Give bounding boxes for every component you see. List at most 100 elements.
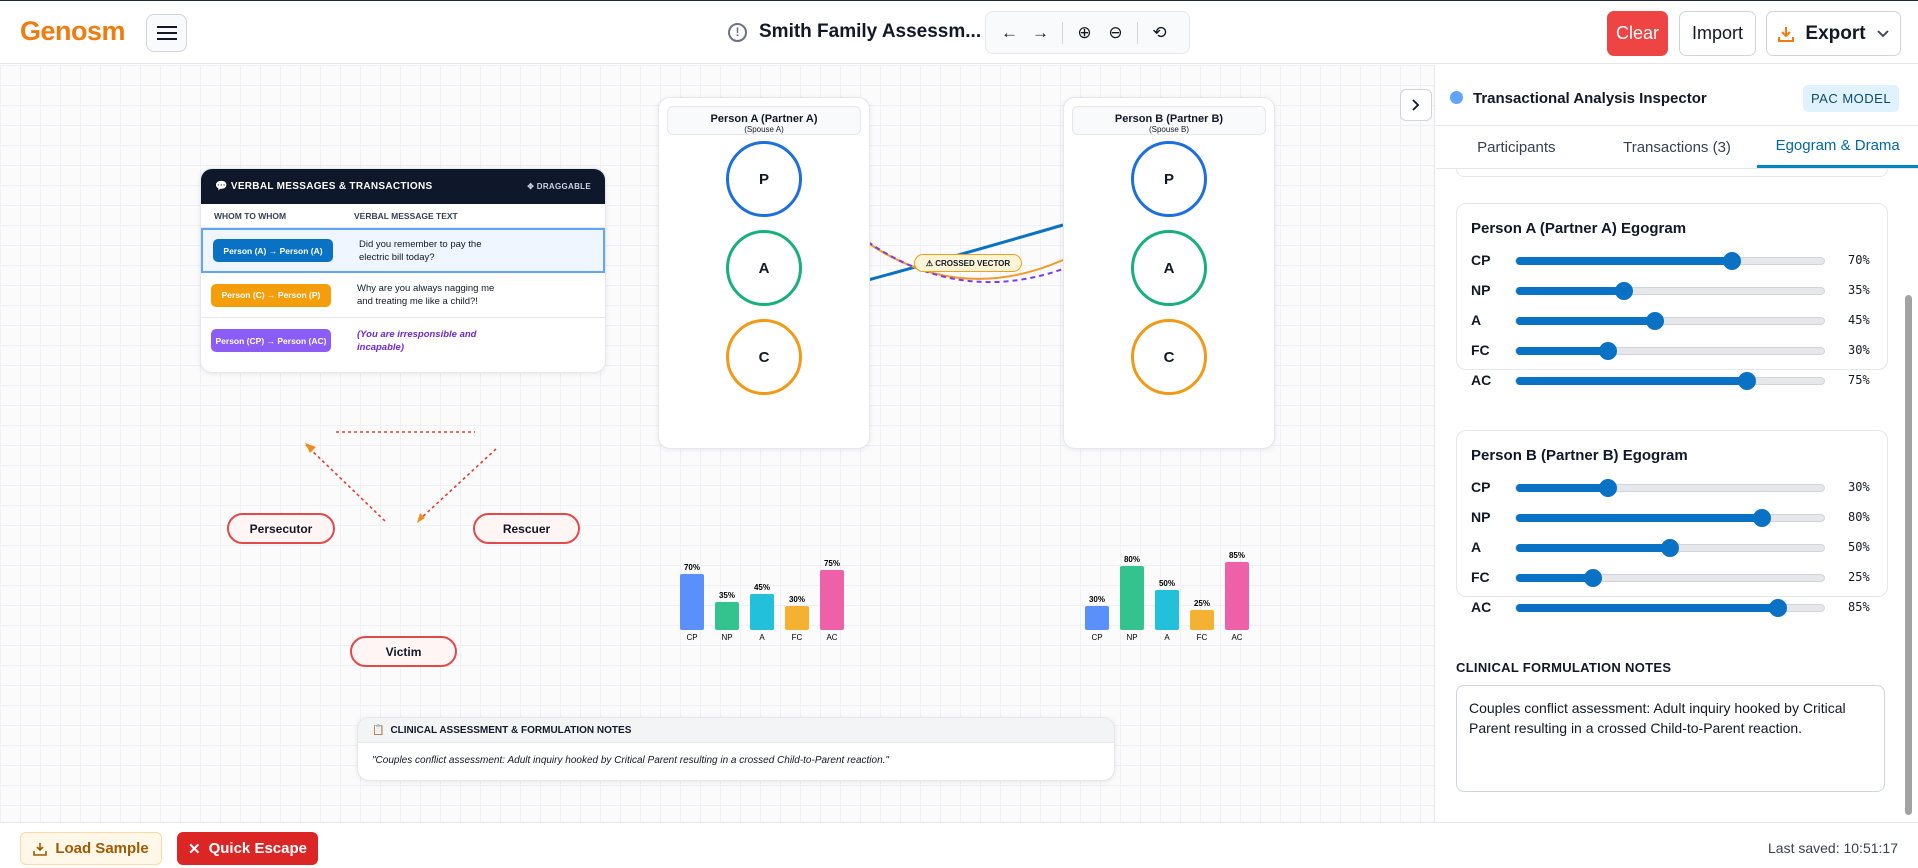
egogram-category-label: NP	[1126, 633, 1137, 642]
egogram-sliders-person-b: CP 30% NP 80% A 50% FC 25% AC 85%	[1457, 472, 1887, 622]
zoom-out-button[interactable]: ⊖	[1100, 17, 1131, 48]
crossed-vector-badge: ⚠ CROSSED VECTOR	[914, 254, 1022, 272]
info-icon[interactable]: !	[728, 22, 747, 42]
slider-track[interactable]	[1515, 312, 1825, 330]
egogram-chart-person-a: 70% CP 35% NP 45% A 30% FC 75% AC	[680, 559, 844, 642]
tab-transactions[interactable]: Transactions (3)	[1597, 126, 1758, 168]
slider-track[interactable]	[1515, 252, 1825, 270]
pac-model-badge: PAC MODEL	[1803, 85, 1899, 112]
slider-thumb[interactable]	[1768, 599, 1787, 617]
person-b-parent-state[interactable]: P	[1131, 141, 1207, 217]
slider-label: NP	[1471, 282, 1491, 298]
slider-track[interactable]	[1515, 509, 1825, 527]
slider-fill	[1516, 317, 1655, 325]
egogram-slider-a[interactable]: A 45%	[1457, 305, 1887, 335]
slider-track[interactable]	[1515, 342, 1825, 360]
message-row[interactable]: Person (A) → Person (A) Did you remember…	[201, 228, 605, 273]
quick-escape-button[interactable]: ✕ Quick Escape	[177, 832, 318, 865]
zoom-in-button[interactable]: ⊕	[1069, 17, 1100, 48]
egogram-bar-fc	[785, 606, 809, 630]
egogram-slider-fc[interactable]: FC 25%	[1457, 562, 1887, 592]
egogram-slider-a[interactable]: A 50%	[1457, 532, 1887, 562]
import-button[interactable]: Import	[1679, 11, 1756, 56]
load-sample-button[interactable]: Load Sample	[20, 832, 162, 865]
slider-track[interactable]	[1515, 539, 1825, 557]
person-b-node[interactable]: Person B (Partner B) (Spouse B) P A C	[1063, 97, 1275, 449]
egogram-value-label: 75%	[824, 559, 840, 568]
slider-track[interactable]	[1515, 282, 1825, 300]
toolbar-divider	[1062, 21, 1063, 44]
slider-track[interactable]	[1515, 599, 1825, 617]
slider-thumb[interactable]	[1584, 569, 1602, 587]
redo-button[interactable]: →	[1025, 17, 1056, 48]
slider-label: NP	[1471, 509, 1491, 525]
egogram-value-label: 30%	[1089, 595, 1105, 604]
drama-victim-node[interactable]: Victim	[350, 636, 457, 667]
reset-view-button[interactable]: ⟲	[1144, 17, 1175, 48]
export-button[interactable]: Export	[1766, 11, 1901, 56]
slider-thumb[interactable]	[1722, 252, 1741, 270]
message-text: Why are you always nagging me and treati…	[357, 283, 495, 307]
messages-column-headers: WHOM TO WHOM VERBAL MESSAGE TEXT	[201, 204, 605, 228]
slider-value: 30%	[1848, 343, 1870, 357]
slider-label: FC	[1471, 342, 1490, 358]
message-row[interactable]: Person (CP) → Person (AC) (You are irres…	[201, 318, 605, 363]
person-b-adult-state[interactable]: A	[1131, 230, 1207, 306]
drama-line-rescuer-victim	[417, 448, 497, 522]
egogram-bar-ac	[820, 570, 844, 630]
diagram-canvas[interactable]: 💬 VERBAL MESSAGES & TRANSACTIONS ✥ DRAGG…	[0, 65, 1435, 822]
menu-button[interactable]	[146, 14, 187, 52]
slider-thumb[interactable]	[1599, 479, 1618, 497]
footer-bar: Load Sample ✕ Quick Escape Last saved: 1…	[0, 822, 1918, 868]
person-a-adult-state[interactable]: A	[726, 230, 802, 306]
egogram-slider-cp[interactable]: CP 70%	[1457, 245, 1887, 275]
panel-scrollbar[interactable]	[1905, 295, 1912, 815]
person-a-node[interactable]: Person A (Partner A) (Spouse A) P A C	[658, 97, 870, 449]
collapse-panel-button[interactable]	[1400, 89, 1432, 121]
person-a-child-state[interactable]: C	[726, 319, 802, 395]
document-title[interactable]: Smith Family Assessm...	[759, 21, 981, 43]
tab-participants[interactable]: Participants	[1436, 126, 1597, 168]
drama-persecutor-node[interactable]: Persecutor	[227, 513, 335, 544]
drama-rescuer-node[interactable]: Rescuer	[473, 513, 580, 544]
slider-thumb[interactable]	[1614, 282, 1633, 300]
message-row[interactable]: Person (C) → Person (P) Why are you alwa…	[201, 273, 605, 318]
slider-track[interactable]	[1515, 479, 1825, 497]
egogram-value-label: 30%	[789, 595, 805, 604]
inspector-title: Transactional Analysis Inspector	[1473, 90, 1707, 107]
slider-value: 75%	[1848, 373, 1870, 387]
egogram-slider-cp[interactable]: CP 30%	[1457, 472, 1887, 502]
slider-track[interactable]	[1515, 569, 1825, 587]
slider-thumb[interactable]	[1738, 372, 1756, 390]
slider-thumb[interactable]	[1645, 312, 1664, 330]
verbal-messages-card[interactable]: 💬 VERBAL MESSAGES & TRANSACTIONS ✥ DRAGG…	[200, 168, 606, 373]
egogram-slider-np[interactable]: NP 80%	[1457, 502, 1887, 532]
clear-button[interactable]: Clear	[1607, 11, 1668, 56]
slider-track[interactable]	[1515, 372, 1825, 390]
egogram-bar-np	[715, 602, 739, 630]
person-b-label: Person B (Partner B) (Spouse B)	[1072, 106, 1266, 135]
slider-label: A	[1471, 539, 1482, 555]
verbal-messages-title: 💬 VERBAL MESSAGES & TRANSACTIONS	[215, 181, 433, 192]
egogram-category-label: FC	[792, 633, 803, 642]
tab-egogram-drama[interactable]: Egogram & Drama	[1757, 126, 1918, 168]
slider-value: 50%	[1848, 540, 1870, 554]
egogram-slider-fc[interactable]: FC 30%	[1457, 335, 1887, 365]
undo-button[interactable]: ←	[994, 17, 1025, 48]
person-a-parent-state[interactable]: P	[726, 141, 802, 217]
slider-thumb[interactable]	[1599, 342, 1618, 360]
app-logo[interactable]: Genosm	[20, 16, 126, 47]
egogram-category-label: NP	[721, 633, 732, 642]
clinical-notes-card[interactable]: 📋 CLINICAL ASSESSMENT & FORMULATION NOTE…	[357, 717, 1115, 781]
egogram-slider-np[interactable]: NP 35%	[1457, 275, 1887, 305]
chevron-down-icon	[1876, 29, 1889, 37]
person-b-child-state[interactable]: C	[1131, 319, 1207, 395]
verbal-messages-header[interactable]: 💬 VERBAL MESSAGES & TRANSACTIONS ✥ DRAGG…	[201, 169, 605, 204]
slider-label: FC	[1471, 569, 1490, 585]
formulation-notes-textarea[interactable]: Couples conflict assessment: Adult inqui…	[1456, 685, 1885, 792]
slider-thumb[interactable]	[1661, 539, 1679, 557]
egogram-value-label: 80%	[1124, 555, 1140, 564]
egogram-slider-ac[interactable]: AC 75%	[1457, 365, 1887, 395]
slider-thumb[interactable]	[1753, 509, 1772, 527]
egogram-slider-ac[interactable]: AC 85%	[1457, 592, 1887, 622]
